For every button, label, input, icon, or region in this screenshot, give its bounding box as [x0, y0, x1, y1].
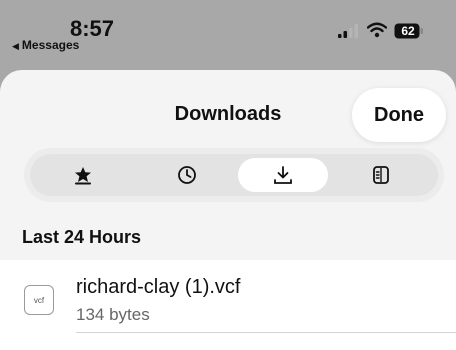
cellular-signal-icon — [338, 24, 358, 38]
download-icon — [274, 166, 292, 184]
history-clock-icon — [178, 166, 196, 184]
tab-history[interactable] — [142, 158, 232, 192]
vcf-file-icon: vcf — [24, 285, 54, 315]
bookmark-star-icon — [75, 167, 91, 185]
section-header: Last 24 Hours — [22, 227, 142, 247]
battery-level: 62 — [401, 24, 415, 38]
back-to-app-link[interactable]: ◀ Messages — [12, 38, 79, 52]
wifi-icon — [367, 22, 387, 38]
reading-list-icon — [373, 166, 389, 184]
back-app-label: Messages — [21, 38, 80, 52]
done-button[interactable]: Done — [352, 88, 446, 142]
downloads-sheet: Downloads Done Last 24 Hours vcf richard… — [0, 70, 456, 350]
file-name: richard-clay (1).vcf — [76, 276, 241, 298]
file-size: 134 bytes — [76, 305, 150, 324]
back-triangle-icon: ◀ — [12, 41, 19, 51]
tab-bookmarks[interactable] — [38, 158, 128, 192]
tab-downloads[interactable] — [238, 158, 328, 192]
status-bar: 8:57 ◀ Messages 62 — [0, 0, 456, 60]
tab-reading-list[interactable] — [336, 158, 426, 192]
library-segmented-control — [30, 154, 438, 196]
download-item[interactable]: vcf richard-clay (1).vcf 134 bytes — [0, 260, 456, 350]
row-divider — [76, 332, 456, 333]
